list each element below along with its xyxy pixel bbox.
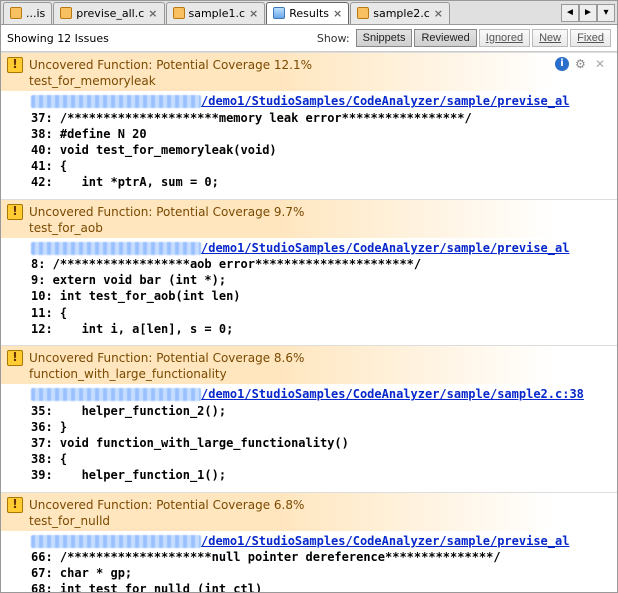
issue-body: /demo1/StudioSamples/CodeAnalyzer/sample…	[1, 91, 617, 198]
tab-sample1-c[interactable]: sample1.c×	[166, 2, 266, 24]
code-line: 42: int *ptrA, sum = 0;	[31, 174, 611, 190]
show-label: Show:	[317, 32, 350, 45]
code-line: 39: helper_function_1();	[31, 467, 611, 483]
code-line: 12: int i, a[len], s = 0;	[31, 321, 611, 337]
issue-function-name: test_for_aob	[29, 220, 611, 236]
tab-results[interactable]: Results ×	[266, 2, 349, 24]
tab-prev-button[interactable]: ◄	[561, 4, 579, 22]
dismiss-icon[interactable]: ✕	[595, 57, 609, 71]
c-file-icon	[357, 7, 369, 19]
filter-fixed[interactable]: Fixed	[570, 29, 611, 47]
issue-path: /demo1/StudioSamples/CodeAnalyzer/sample…	[31, 533, 611, 549]
issue-path-link[interactable]: /demo1/StudioSamples/CodeAnalyzer/sample…	[201, 534, 569, 548]
issue-title: Uncovered Function: Potential Coverage 1…	[29, 58, 312, 72]
close-icon[interactable]: ×	[333, 7, 342, 20]
code-line: 68: int test_for_nulld (int ctl)	[31, 581, 611, 592]
warning-icon	[7, 497, 23, 513]
c-file-icon	[60, 7, 72, 19]
issue-path: /demo1/StudioSamples/CodeAnalyzer/sample…	[31, 240, 611, 256]
issue-header[interactable]: Uncovered Function: Potential Coverage 1…	[1, 53, 617, 91]
results-icon	[273, 7, 285, 19]
issue-path-link[interactable]: /demo1/StudioSamples/CodeAnalyzer/sample…	[201, 241, 569, 255]
issue-title-block: Uncovered Function: Potential Coverage 6…	[29, 497, 611, 529]
issue-title: Uncovered Function: Potential Coverage 8…	[29, 351, 304, 365]
tab-next-button[interactable]: ►	[579, 4, 597, 22]
issue-body: /demo1/StudioSamples/CodeAnalyzer/sample…	[1, 531, 617, 592]
issue-path-link[interactable]: /demo1/StudioSamples/CodeAnalyzer/sample…	[201, 94, 569, 108]
tab-label: previse_all.c	[76, 7, 144, 20]
code-line: 8: /******************aob error*********…	[31, 256, 611, 272]
issue-item: Uncovered Function: Potential Coverage 6…	[1, 492, 617, 593]
filter-ignored[interactable]: Ignored	[479, 29, 530, 47]
issue-actions: i ⚙ ✕	[555, 57, 611, 71]
filter-new[interactable]: New	[532, 29, 568, 47]
issue-item: Uncovered Function: Potential Coverage 8…	[1, 345, 617, 492]
tabs-container: ...isprevise_all.c×sample1.c×Results×sam…	[3, 2, 561, 24]
code-line: 67: char * gp;	[31, 565, 611, 581]
tab-sample2-c[interactable]: sample2.c ×	[350, 2, 450, 24]
close-icon[interactable]: ×	[249, 7, 258, 20]
code-line: 35: helper_function_2();	[31, 403, 611, 419]
code-line: 37: /*********************memory leak er…	[31, 110, 611, 126]
code-line: 36: }	[31, 419, 611, 435]
filter-snippets[interactable]: Snippets	[356, 29, 413, 47]
issue-path: /demo1/StudioSamples/CodeAnalyzer/sample…	[31, 386, 611, 402]
filter-bar: Showing 12 Issues Show: Snippets Reviewe…	[1, 25, 617, 52]
issue-function-name: function_with_large_functionality	[29, 366, 611, 382]
redacted-path-segment	[31, 242, 201, 255]
issue-path: /demo1/StudioSamples/CodeAnalyzer/sample…	[31, 93, 611, 109]
tab-list-button[interactable]: ▾	[597, 4, 615, 22]
issue-title-block: Uncovered Function: Potential Coverage 9…	[29, 204, 611, 236]
tab--is[interactable]: ...is	[3, 2, 52, 24]
code-line: 11: {	[31, 305, 611, 321]
issue-function-name: test_for_memoryleak	[29, 73, 549, 89]
status-text: Showing 12 Issues	[7, 32, 109, 45]
redacted-path-segment	[31, 95, 201, 108]
c-file-icon	[173, 7, 185, 19]
code-line: 37: void function_with_large_functionali…	[31, 435, 611, 451]
issue-path-link[interactable]: /demo1/StudioSamples/CodeAnalyzer/sample…	[201, 387, 584, 401]
gear-icon[interactable]: ⚙	[575, 57, 589, 71]
warning-icon	[7, 350, 23, 366]
issue-title: Uncovered Function: Potential Coverage 9…	[29, 205, 304, 219]
issue-title-block: Uncovered Function: Potential Coverage 1…	[29, 57, 549, 89]
code-line: 66: /********************null pointer de…	[31, 549, 611, 565]
tab-label: sample1.c	[189, 7, 246, 20]
issue-function-name: test_for_nulld	[29, 513, 611, 529]
issue-body: /demo1/StudioSamples/CodeAnalyzer/sample…	[1, 238, 617, 345]
issue-title: Uncovered Function: Potential Coverage 6…	[29, 498, 304, 512]
code-line: 9: extern void bar (int *);	[31, 272, 611, 288]
tab-label: ...is	[26, 7, 45, 20]
warning-icon	[7, 57, 23, 73]
info-icon[interactable]: i	[555, 57, 569, 71]
filter-reviewed[interactable]: Reviewed	[414, 29, 476, 47]
tab-label: Results	[289, 7, 329, 20]
code-line: 40: void test_for_memoryleak(void)	[31, 142, 611, 158]
tab-bar: ...isprevise_all.c×sample1.c×Results×sam…	[1, 1, 617, 25]
issue-item: Uncovered Function: Potential Coverage 9…	[1, 199, 617, 346]
tab-nav: ◄ ► ▾	[561, 4, 615, 22]
redacted-path-segment	[31, 388, 201, 401]
issue-item: Uncovered Function: Potential Coverage 1…	[1, 52, 617, 199]
code-line: 38: {	[31, 451, 611, 467]
code-line: 38: #define N 20	[31, 126, 611, 142]
issue-header[interactable]: Uncovered Function: Potential Coverage 8…	[1, 346, 617, 384]
tab-previse_all-c[interactable]: previse_all.c ×	[53, 2, 164, 24]
results-panel[interactable]: Uncovered Function: Potential Coverage 1…	[1, 52, 617, 592]
tab-label: sample2.c	[373, 7, 430, 20]
code-line: 41: {	[31, 158, 611, 174]
close-icon[interactable]: ×	[148, 7, 157, 20]
issue-header[interactable]: Uncovered Function: Potential Coverage 6…	[1, 493, 617, 531]
issue-body: /demo1/StudioSamples/CodeAnalyzer/sample…	[1, 384, 617, 491]
issue-title-block: Uncovered Function: Potential Coverage 8…	[29, 350, 611, 382]
warning-icon	[7, 204, 23, 220]
redacted-path-segment	[31, 535, 201, 548]
c-file-icon	[10, 7, 22, 19]
code-line: 10: int test_for_aob(int len)	[31, 288, 611, 304]
issue-header[interactable]: Uncovered Function: Potential Coverage 9…	[1, 200, 617, 238]
close-icon[interactable]: ×	[434, 7, 443, 20]
